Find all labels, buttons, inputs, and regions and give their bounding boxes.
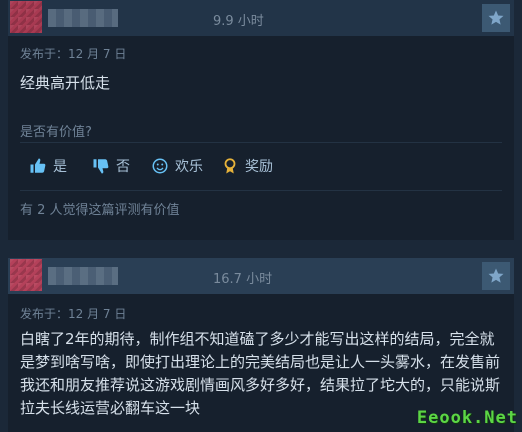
review-text: 经典高开低走: [20, 74, 111, 92]
posted-date: 发布于：12 月 7 日: [20, 47, 127, 61]
divider: [20, 190, 502, 191]
username-blurred[interactable]: [48, 9, 118, 27]
thumbs-down-icon: [91, 156, 111, 176]
helpful-question: 是否有价值?: [20, 125, 92, 140]
vote-no-button[interactable]: 否: [91, 153, 130, 179]
username-blurred[interactable]: [48, 267, 118, 285]
star-icon: [482, 4, 510, 32]
award-medal-icon: [220, 156, 240, 176]
vote-no-label: 否: [116, 159, 130, 175]
review-card: 16.7 小时 发布于：12 月 7 日 白瞎了2年的期待，制作组不知道磕了多少…: [8, 258, 514, 432]
award-button[interactable]: 奖励: [220, 153, 273, 179]
review-header: 16.7 小时: [8, 258, 514, 294]
star-icon: [482, 262, 510, 290]
vote-funny-label: 欢乐: [175, 159, 203, 175]
playtime-hours: 16.7 小时: [213, 272, 273, 287]
avatar[interactable]: [10, 1, 42, 33]
review-header: 9.9 小时: [8, 0, 514, 36]
posted-date: 发布于：12 月 7 日: [20, 307, 127, 321]
playtime-hours: 9.9 小时: [213, 14, 264, 29]
vote-yes-label: 是: [53, 159, 67, 175]
thumbs-up-icon: [28, 156, 48, 176]
review-text: 白瞎了2年的期待，制作组不知道磕了多少才能写出这样的结局，完全就是梦到啥写啥，即…: [20, 330, 501, 417]
award-label: 奖励: [245, 159, 273, 175]
found-helpful-count: 有 2 人觉得这篇评测有价值: [20, 203, 180, 218]
vote-funny-button[interactable]: 欢乐: [150, 153, 203, 179]
vote-yes-button[interactable]: 是: [28, 153, 67, 179]
review-card: 9.9 小时 发布于：12 月 7 日 经典高开低走 是否有价值? 是 否 欢乐…: [8, 0, 514, 240]
watermark-text: Eeook.Net: [416, 408, 518, 428]
divider: [20, 142, 502, 143]
smiley-icon: [150, 156, 170, 176]
avatar[interactable]: [10, 259, 42, 291]
